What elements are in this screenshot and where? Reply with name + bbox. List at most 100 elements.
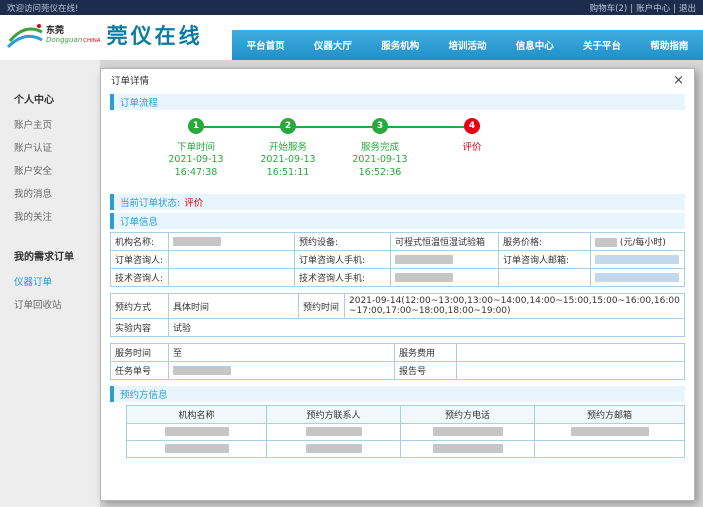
- modal-header: 订单详情 ×: [101, 69, 694, 91]
- field-label: 订单咨询人手机:: [295, 251, 391, 269]
- sidebar-section-0: 个人中心账户主页账户认证账户安全我的消息我的关注: [0, 86, 100, 227]
- table-row: 服务时间至服务费用: [111, 344, 685, 362]
- topbar: 欢迎访问莞仪在线! 购物车(2)|账户中心|退出: [0, 0, 703, 15]
- field-value: [391, 251, 499, 269]
- separator: |: [630, 4, 633, 14]
- redacted-value: [306, 427, 362, 436]
- redacted-value: [173, 366, 231, 375]
- nav-item-1[interactable]: 仪器大厅: [299, 38, 366, 52]
- field-label: 服务价格:: [499, 233, 591, 251]
- topbar-link-2[interactable]: 退出: [679, 4, 696, 14]
- step-label: 开始服务: [269, 139, 307, 153]
- field-label: 技术咨询人:: [111, 269, 169, 287]
- order-status-bar: 当前订单状态: 评价: [110, 194, 685, 210]
- step-time: 16:51:11: [267, 166, 310, 179]
- field-label: 订单咨询人邮箱:: [499, 251, 591, 269]
- field-value: [591, 269, 685, 287]
- nav-item-0[interactable]: 平台首页: [232, 38, 299, 52]
- process-step-3: 3服务完成2021-09-1316:52:36: [334, 118, 426, 190]
- logo-cn: 东莞: [46, 26, 101, 36]
- nav-item-4[interactable]: 信息中心: [501, 38, 568, 52]
- field-value: [169, 362, 395, 380]
- process-steps: 1下单时间2021-09-1316:47:382开始服务2021-09-1316…: [150, 118, 685, 190]
- table-row: 技术咨询人:技术咨询人手机:: [111, 269, 685, 287]
- step-number: 1: [188, 118, 204, 134]
- section-title: 订单信息: [120, 214, 158, 228]
- field-value: [267, 424, 401, 441]
- site-header: 东莞 DongguanCHINA 莞仪在线 平台首页仪器大厅服务机构培训活动信息…: [0, 15, 703, 60]
- content-overlay: 订单详情 × 订单流程 1下单时间2021-09-1316:47:38 2 开始服务…: [100, 60, 703, 507]
- site-logo[interactable]: 东莞 DongguanCHINA 莞仪在线: [6, 19, 203, 51]
- redacted-value: [433, 427, 503, 436]
- sidebar-item-0-4[interactable]: 我的关注: [0, 204, 100, 227]
- field-value: [401, 424, 535, 441]
- service-table: 服务时间至服务费用任务单号 报告号: [110, 343, 685, 380]
- sidebar-item-0-0[interactable]: 账户主页: [0, 112, 100, 135]
- nav-item-3[interactable]: 培训活动: [434, 38, 501, 52]
- process-step-4: 4评价: [426, 118, 518, 190]
- table-row: 实验内容试验: [111, 319, 685, 337]
- process-step-1: 1下单时间2021-09-1316:47:38: [150, 118, 242, 190]
- step-time: 16:52:36: [359, 166, 402, 179]
- welcome-text: 欢迎访问莞仪在线!: [7, 2, 78, 14]
- field-value: 至: [169, 344, 395, 362]
- reservation-table: 预约方式具体时间预约时间2021-09-14(12:00~13:00,13:00…: [110, 293, 685, 337]
- field-value: [169, 251, 295, 269]
- section-order-info: 订单信息: [110, 213, 685, 229]
- separator: |: [673, 4, 676, 14]
- section-order-process: 订单流程: [110, 94, 685, 110]
- field-value: 具体时间: [169, 294, 299, 319]
- redacted-value: [595, 238, 617, 247]
- redacted-value: [395, 255, 453, 264]
- order-detail-modal: 订单详情 × 订单流程 1下单时间2021-09-1316:47:38 2 开始服务…: [100, 68, 695, 501]
- field-label: [499, 269, 591, 287]
- topbar-link-0[interactable]: 购物车(2): [590, 4, 628, 14]
- field-label: 预约时间: [299, 294, 345, 319]
- field-label: 报告号: [395, 362, 457, 380]
- modal-body: 订单流程 1下单时间2021-09-1316:47:382开始服务2021-09…: [101, 94, 694, 458]
- logo-swoosh-icon: [6, 19, 44, 51]
- order-info-table: 机构名称:预约设备:可程式恒温恒湿试验箱服务价格: (元/每小时)订单咨询人:订…: [110, 232, 685, 287]
- redacted-value: [165, 427, 229, 436]
- topbar-link-1[interactable]: 账户中心: [636, 4, 670, 14]
- section-title: 预约方信息: [120, 387, 168, 401]
- sidebar-item-0-3[interactable]: 我的消息: [0, 181, 100, 204]
- status-value: 评价: [184, 195, 203, 209]
- table-row: 订单咨询人: 订单咨询人手机: 订单咨询人邮箱:: [111, 251, 685, 269]
- nav-item-5[interactable]: 关于平台: [568, 38, 635, 52]
- column-header: 预约方邮箱: [535, 406, 685, 424]
- sidebar-item-1-1[interactable]: 订单回收站: [0, 292, 100, 315]
- step-date: 2021-09-13: [260, 153, 315, 166]
- sidebar-section-title: 个人中心: [0, 86, 100, 112]
- nav-item-2[interactable]: 服务机构: [367, 38, 434, 52]
- sidebar-item-0-1[interactable]: 账户认证: [0, 135, 100, 158]
- step-date: 2021-09-13: [352, 153, 407, 166]
- column-header: 预约方联系人: [267, 406, 401, 424]
- logo-sub: CHINA: [83, 38, 100, 44]
- table-row: [127, 441, 685, 458]
- redacted-value: [165, 444, 229, 453]
- step-number: 2: [280, 118, 296, 134]
- site-name: 莞仪在线: [107, 20, 203, 50]
- sidebar-item-1-0[interactable]: 仪器订单: [0, 269, 100, 292]
- field-label: 服务费用: [395, 344, 457, 362]
- section-reserver-info: 预约方信息: [110, 386, 685, 402]
- modal-title: 订单详情: [111, 73, 149, 87]
- close-icon[interactable]: ×: [673, 74, 684, 87]
- logo-text: 东莞 DongguanCHINA: [46, 26, 101, 45]
- nav-item-6[interactable]: 帮助指南: [636, 38, 703, 52]
- field-value: [535, 441, 685, 458]
- sidebar-item-0-2[interactable]: 账户安全: [0, 158, 100, 181]
- table-row: [127, 424, 685, 441]
- topbar-links: 购物车(2)|账户中心|退出: [590, 2, 696, 14]
- field-label: 预约方式: [111, 294, 169, 319]
- field-value: [169, 233, 295, 251]
- table-row: 预约方式具体时间预约时间2021-09-14(12:00~13:00,13:00…: [111, 294, 685, 319]
- field-label: 机构名称:: [111, 233, 169, 251]
- field-value: 试验: [169, 319, 685, 337]
- field-value: [169, 269, 295, 287]
- field-label: 任务单号: [111, 362, 169, 380]
- field-value: [127, 441, 267, 458]
- sidebar-section-title: 我的需求订单: [0, 243, 100, 269]
- field-label: 订单咨询人:: [111, 251, 169, 269]
